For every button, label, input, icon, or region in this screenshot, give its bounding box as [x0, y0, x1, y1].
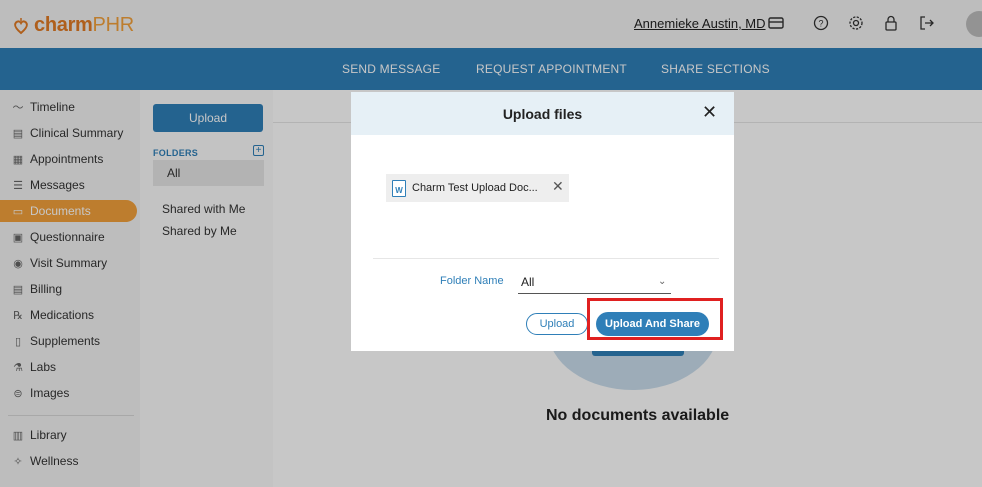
- upload-submit-button[interactable]: Upload: [526, 313, 588, 335]
- folder-select-value: All: [521, 275, 535, 289]
- file-chip: W Charm Test Upload Doc... ✕: [386, 174, 569, 202]
- remove-file-icon[interactable]: ✕: [552, 179, 564, 193]
- dialog-header: Upload files ✕: [351, 92, 734, 135]
- file-name: Charm Test Upload Doc...: [412, 182, 538, 194]
- chevron-down-icon: ⌄: [658, 276, 667, 287]
- close-icon[interactable]: ✕: [702, 103, 717, 121]
- folder-name-label: Folder Name: [440, 275, 504, 287]
- folder-name-select[interactable]: All ⌄: [518, 272, 671, 294]
- dialog-title: Upload files: [502, 106, 583, 122]
- dialog-divider: [373, 258, 719, 259]
- word-doc-icon: W: [392, 179, 406, 197]
- highlight-box: [587, 298, 723, 340]
